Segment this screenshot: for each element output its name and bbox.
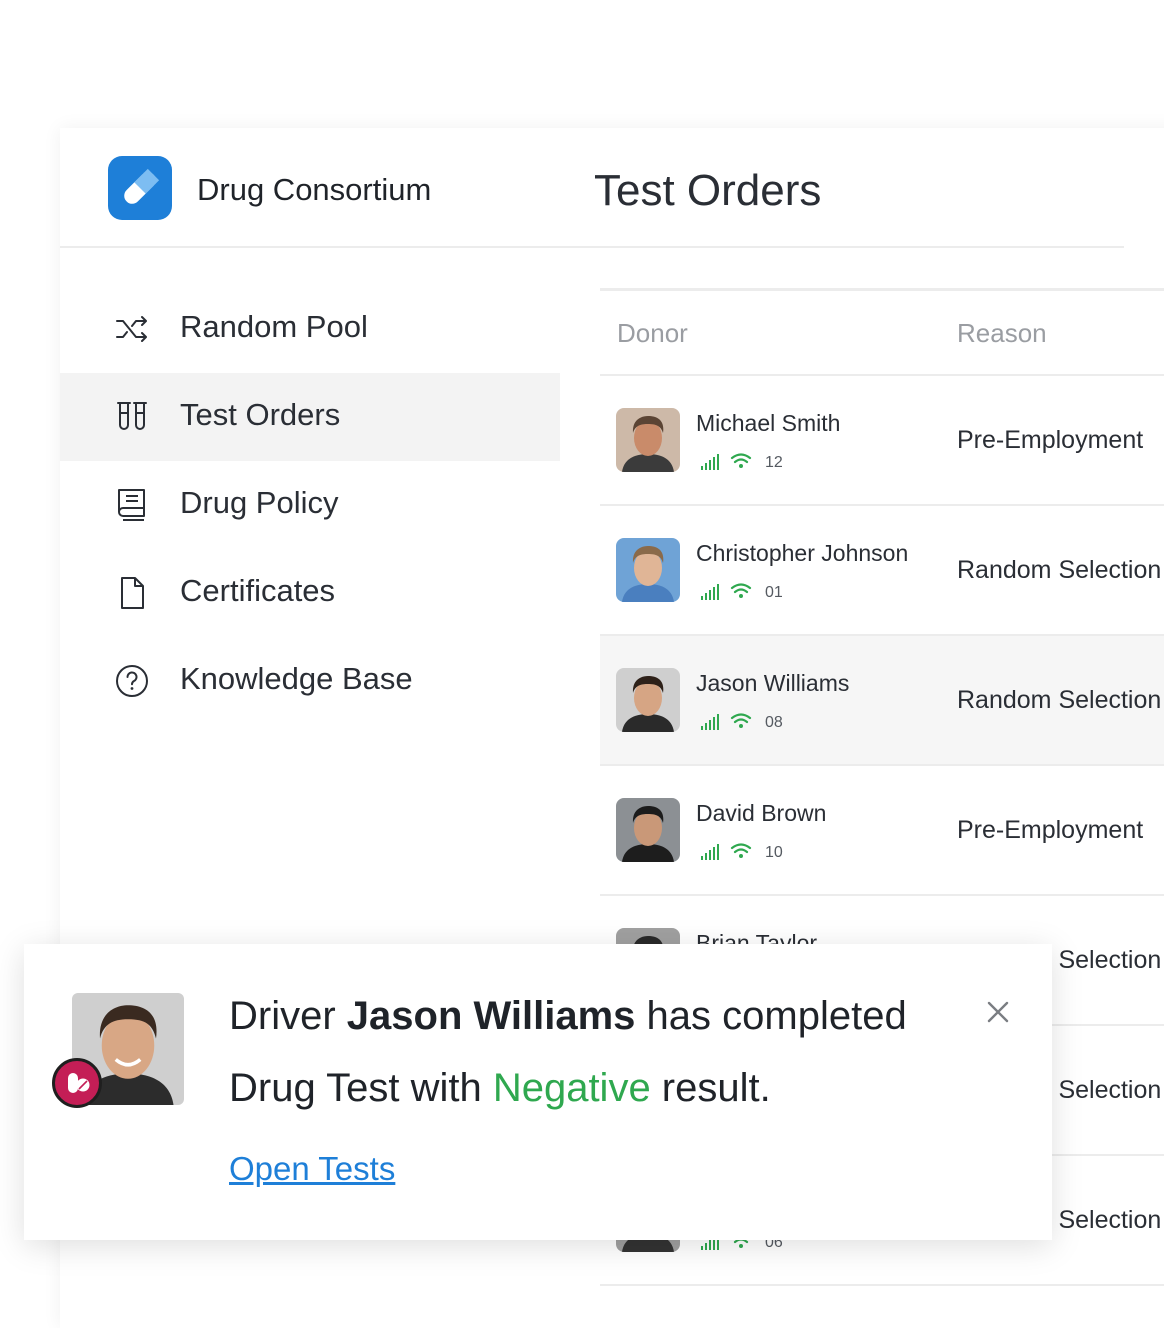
reason-cell: Random Selection bbox=[957, 686, 1162, 714]
wifi-icon bbox=[730, 843, 752, 858]
sidebar-item-label: Random Pool bbox=[180, 309, 368, 344]
test-result: Negative bbox=[492, 1066, 651, 1110]
book-icon bbox=[118, 489, 145, 521]
pill-logo-icon bbox=[124, 168, 160, 204]
signal-strength-icon bbox=[701, 584, 719, 600]
table-divider bbox=[600, 288, 1164, 291]
reason-cell: Pre-Employment bbox=[957, 816, 1144, 844]
device-code: 01 bbox=[765, 584, 783, 601]
app-header: Drug Consortium Test Orders bbox=[60, 128, 1124, 248]
sidebar-item-label: Test Orders bbox=[180, 397, 341, 432]
driver-name: Jason Williams bbox=[346, 994, 636, 1038]
wifi-icon bbox=[730, 453, 752, 468]
sidebar-item-label: Drug Policy bbox=[180, 485, 339, 520]
sidebar-item-label: Knowledge Base bbox=[180, 661, 413, 696]
notification-message-line1: Driver Jason Williams has completed bbox=[229, 994, 907, 1038]
avatar bbox=[616, 668, 680, 732]
test-tubes-icon bbox=[117, 402, 147, 430]
close-icon[interactable] bbox=[986, 1000, 1010, 1024]
page-title: Test Orders bbox=[594, 166, 822, 215]
sidebar-item-random-pool[interactable]: Random Pool bbox=[60, 285, 560, 373]
sidebar-item-knowledge-base[interactable]: Knowledge Base bbox=[60, 637, 560, 725]
donor-name: Jason Williams bbox=[696, 670, 850, 696]
app-logo bbox=[108, 156, 172, 220]
table-row[interactable]: Michael Smith 12 Pre-Employment bbox=[600, 376, 1164, 506]
column-header-reason: Reason bbox=[957, 318, 1047, 348]
avatar bbox=[616, 408, 680, 472]
device-code: 08 bbox=[765, 714, 783, 731]
table-row[interactable]: David Brown 10 Pre-Employment bbox=[600, 766, 1164, 896]
avatar bbox=[616, 538, 680, 602]
donor-name: David Brown bbox=[696, 800, 827, 826]
sidebar-item-drug-policy[interactable]: Drug Policy bbox=[60, 461, 560, 549]
document-icon bbox=[121, 577, 144, 609]
open-tests-link[interactable]: Open Tests bbox=[229, 1150, 395, 1188]
device-code: 10 bbox=[765, 844, 783, 861]
sidebar-item-certificates[interactable]: Certificates bbox=[60, 549, 560, 637]
device-code: 12 bbox=[765, 454, 783, 471]
notification-toast: Driver Jason Williams has completed Drug… bbox=[24, 944, 1052, 1240]
help-circle-icon bbox=[116, 665, 148, 697]
wifi-icon bbox=[730, 583, 752, 598]
reason-cell: Pre-Employment bbox=[957, 426, 1144, 454]
shuffle-icon bbox=[116, 316, 147, 342]
signal-strength-icon bbox=[701, 844, 719, 860]
sidebar-item-label: Certificates bbox=[180, 573, 336, 608]
reason-cell: Random Selection bbox=[957, 556, 1162, 584]
notification-message-line2: Drug Test with Negative result. bbox=[229, 1066, 771, 1110]
donor-name: Michael Smith bbox=[696, 410, 841, 436]
app-name: Drug Consortium bbox=[197, 172, 432, 207]
table-row[interactable]: Jason Williams 08 Random Selection bbox=[600, 636, 1164, 766]
column-header-donor: Donor bbox=[617, 318, 688, 348]
signal-strength-icon bbox=[701, 454, 719, 470]
table-row[interactable]: Christopher Johnson 01 Random Selection bbox=[600, 506, 1164, 636]
signal-strength-icon bbox=[701, 714, 719, 730]
sidebar-item-test-orders[interactable]: Test Orders bbox=[60, 373, 560, 461]
donor-name: Christopher Johnson bbox=[696, 540, 909, 566]
wifi-icon bbox=[730, 713, 752, 728]
pill-icon bbox=[52, 1058, 102, 1108]
avatar bbox=[616, 798, 680, 862]
